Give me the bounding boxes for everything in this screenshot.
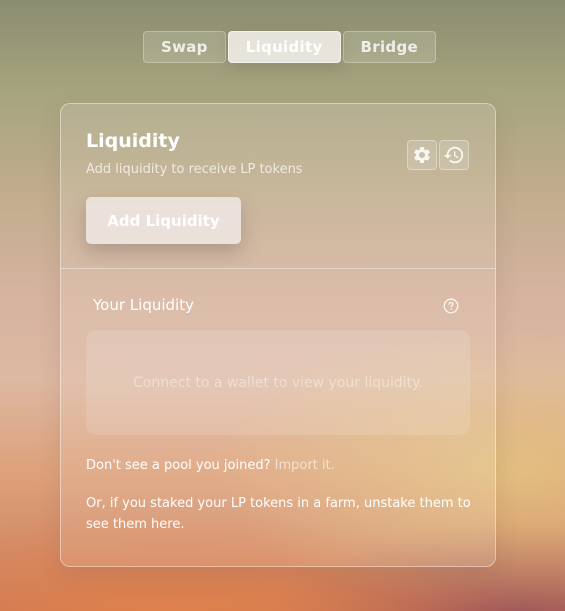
your-liquidity-label: Your Liquidity: [93, 296, 194, 314]
liquidity-card: Liquidity Add liquidity to receive LP to…: [60, 103, 496, 567]
import-pool-link[interactable]: Import it.: [275, 458, 335, 473]
tab-swap[interactable]: Swap: [143, 31, 226, 63]
missing-pool-text: Don't see a pool you joined? Import it.: [86, 458, 335, 473]
gear-icon: [414, 146, 430, 163]
staked-tokens-note: Or, if you staked your LP tokens in a fa…: [86, 496, 471, 532]
divider: [61, 268, 495, 269]
card-title: Liquidity: [86, 130, 180, 152]
nav-tabs: Swap Liquidity Bridge: [143, 31, 436, 63]
question-circle-icon[interactable]: [443, 298, 459, 314]
add-liquidity-button[interactable]: Add Liquidity: [86, 197, 241, 244]
tab-bridge[interactable]: Bridge: [342, 31, 436, 63]
missing-pool-label: Don't see a pool you joined?: [86, 458, 271, 473]
card-subtitle: Add liquidity to receive LP tokens: [86, 162, 303, 177]
settings-button[interactable]: [407, 140, 437, 170]
history-button[interactable]: [439, 140, 469, 170]
history-icon: [443, 146, 464, 164]
connect-wallet-message: Connect to a wallet to view your liquidi…: [133, 374, 423, 391]
tab-liquidity[interactable]: Liquidity: [227, 31, 341, 63]
wallet-connect-placeholder: Connect to a wallet to view your liquidi…: [86, 330, 470, 435]
